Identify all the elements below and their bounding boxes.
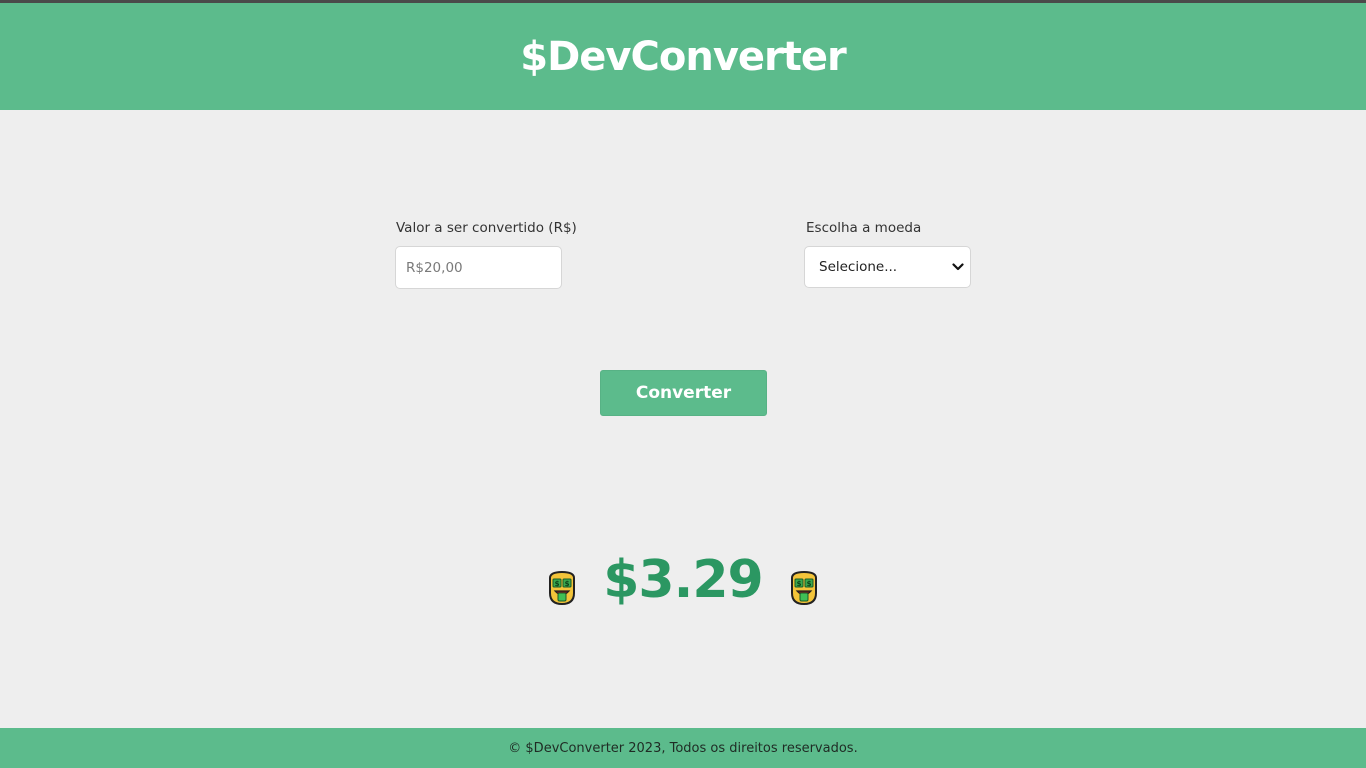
svg-text:$: $ [797,580,802,588]
money-mouth-face-icon: $ $ [788,569,820,607]
currency-select-value: Selecione... [819,259,898,275]
conversion-result: $3.29 [603,550,763,610]
footer-copyright: © $DevConverter 2023, Todos os direitos … [508,740,858,756]
svg-text:$: $ [555,580,560,588]
amount-label: Valor a ser convertido (R$) [396,220,577,236]
money-mouth-face-icon: $ $ [546,569,578,607]
chevron-down-icon [951,260,965,274]
app-footer: © $DevConverter 2023, Todos os direitos … [0,728,1366,768]
result-display: $ $ $3.29 $ $ [0,545,1366,625]
svg-text:$: $ [807,580,812,588]
app-header: $DevConverter [0,3,1366,110]
svg-text:$: $ [565,580,570,588]
amount-input[interactable] [395,246,562,289]
convert-button[interactable]: Converter [600,370,767,416]
currency-select[interactable]: Selecione... [804,246,971,288]
currency-label: Escolha a moeda [806,220,922,236]
brand-title: $DevConverter [520,33,846,80]
